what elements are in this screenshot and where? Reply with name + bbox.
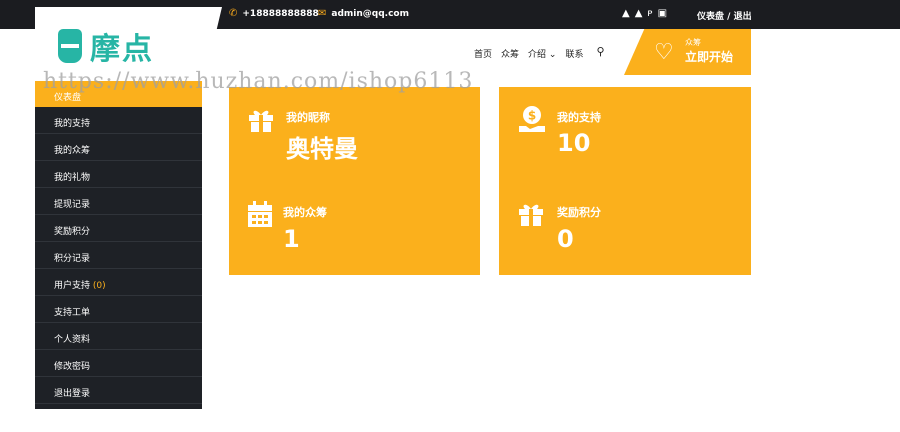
sidebar-item-change-password[interactable]: 修改密码 <box>35 350 202 377</box>
sidebar-item-support-tickets[interactable]: 支持工单 <box>35 296 202 323</box>
gift-icon <box>249 110 273 132</box>
email-contact[interactable]: ✉ admin@qq.com <box>318 8 409 19</box>
phone-number: +18888888888 <box>242 8 319 19</box>
nav-item-about[interactable]: 介绍 ⌄ <box>528 47 556 60</box>
envelope-icon: ✉ <box>318 8 327 19</box>
nickname-label: 我的昵称 <box>286 111 330 124</box>
nickname-value: 奥特曼 <box>286 135 358 163</box>
points-value: 0 <box>557 225 574 253</box>
phone-icon: ✆ <box>229 8 238 19</box>
sidebar-item-user-support[interactable]: 用户支持 (0) <box>35 269 202 296</box>
calendar-icon <box>248 201 272 227</box>
cta-small-label: 众筹 <box>685 38 701 47</box>
warning-icon[interactable]: ▲ <box>622 8 630 19</box>
support-label: 我的支持 <box>557 111 601 124</box>
sidebar-item-profile[interactable]: 个人资料 <box>35 323 202 350</box>
sidebar-item-withdraw-records[interactable]: 提现记录 <box>35 188 202 215</box>
social-links: ▲ ▲ ᴘ ▣ <box>622 8 667 19</box>
search-icon[interactable]: ⚲ <box>596 45 604 60</box>
cta-big-label: 立即开始 <box>685 50 734 64</box>
crowdfunding-value: 1 <box>283 225 300 253</box>
logo-mark-icon <box>58 29 82 63</box>
warning-icon-2[interactable]: ▲ <box>635 8 643 19</box>
start-crowdfunding-button[interactable]: ♡ 众筹 立即开始 <box>624 29 751 75</box>
main-nav: 首页 众筹 介绍 ⌄ 联系 ⚲ <box>474 45 605 60</box>
crowdfunding-label: 我的众筹 <box>283 206 327 219</box>
money-hand-icon: $ <box>519 106 545 132</box>
link-separator: / <box>727 12 731 22</box>
sidebar-item-my-support[interactable]: 我的支持 <box>35 107 202 134</box>
sidebar-item-reward-points[interactable]: 奖励积分 <box>35 215 202 242</box>
support-count-badge: (0) <box>92 281 106 291</box>
stats-card-right: $ 我的支持 10 奖励积分 0 <box>499 87 751 275</box>
chevron-down-icon: ⌄ <box>548 50 557 60</box>
nav-item-contact[interactable]: 联系 <box>565 47 583 60</box>
sidebar-item-points-records[interactable]: 积分记录 <box>35 242 202 269</box>
nav-item-about-label: 介绍 <box>528 50 547 60</box>
points-label: 奖励积分 <box>557 206 601 219</box>
instagram-icon[interactable]: ▣ <box>658 8 667 19</box>
account-links: 仪表盘 / 退出 <box>697 9 752 22</box>
sidebar-item-label: 用户支持 <box>54 281 91 291</box>
phone-contact[interactable]: ✆ +18888888888 <box>229 8 319 19</box>
support-value: 10 <box>557 129 591 157</box>
logo-text: 摩点 <box>90 32 154 67</box>
sidebar-item-my-gifts[interactable]: 我的礼物 <box>35 161 202 188</box>
gift-icon <box>519 204 543 226</box>
email-address: admin@qq.com <box>331 8 409 19</box>
watermark-text: https://www.huzhan.com/ishop6113 <box>43 69 474 94</box>
account-sidebar: 仪表盘 我的支持 我的众筹 我的礼物 提现记录 奖励积分 积分记录 用户支持 (… <box>35 81 202 409</box>
nav-item-crowdfunding[interactable]: 众筹 <box>501 47 519 60</box>
sidebar-item-logout[interactable]: 退出登录 <box>35 377 202 404</box>
dashboard-link[interactable]: 仪表盘 <box>697 12 724 22</box>
logout-link[interactable]: 退出 <box>734 12 752 22</box>
pinterest-icon[interactable]: ᴘ <box>647 8 652 19</box>
svg-text:$: $ <box>528 109 536 123</box>
heart-icon: ♡ <box>654 40 674 65</box>
site-logo[interactable]: 摩点 <box>58 24 154 68</box>
stats-card-left: 我的昵称 奥特曼 我的众筹 1 <box>229 87 480 275</box>
nav-item-home[interactable]: 首页 <box>474 47 492 60</box>
sidebar-item-my-crowdfunding[interactable]: 我的众筹 <box>35 134 202 161</box>
